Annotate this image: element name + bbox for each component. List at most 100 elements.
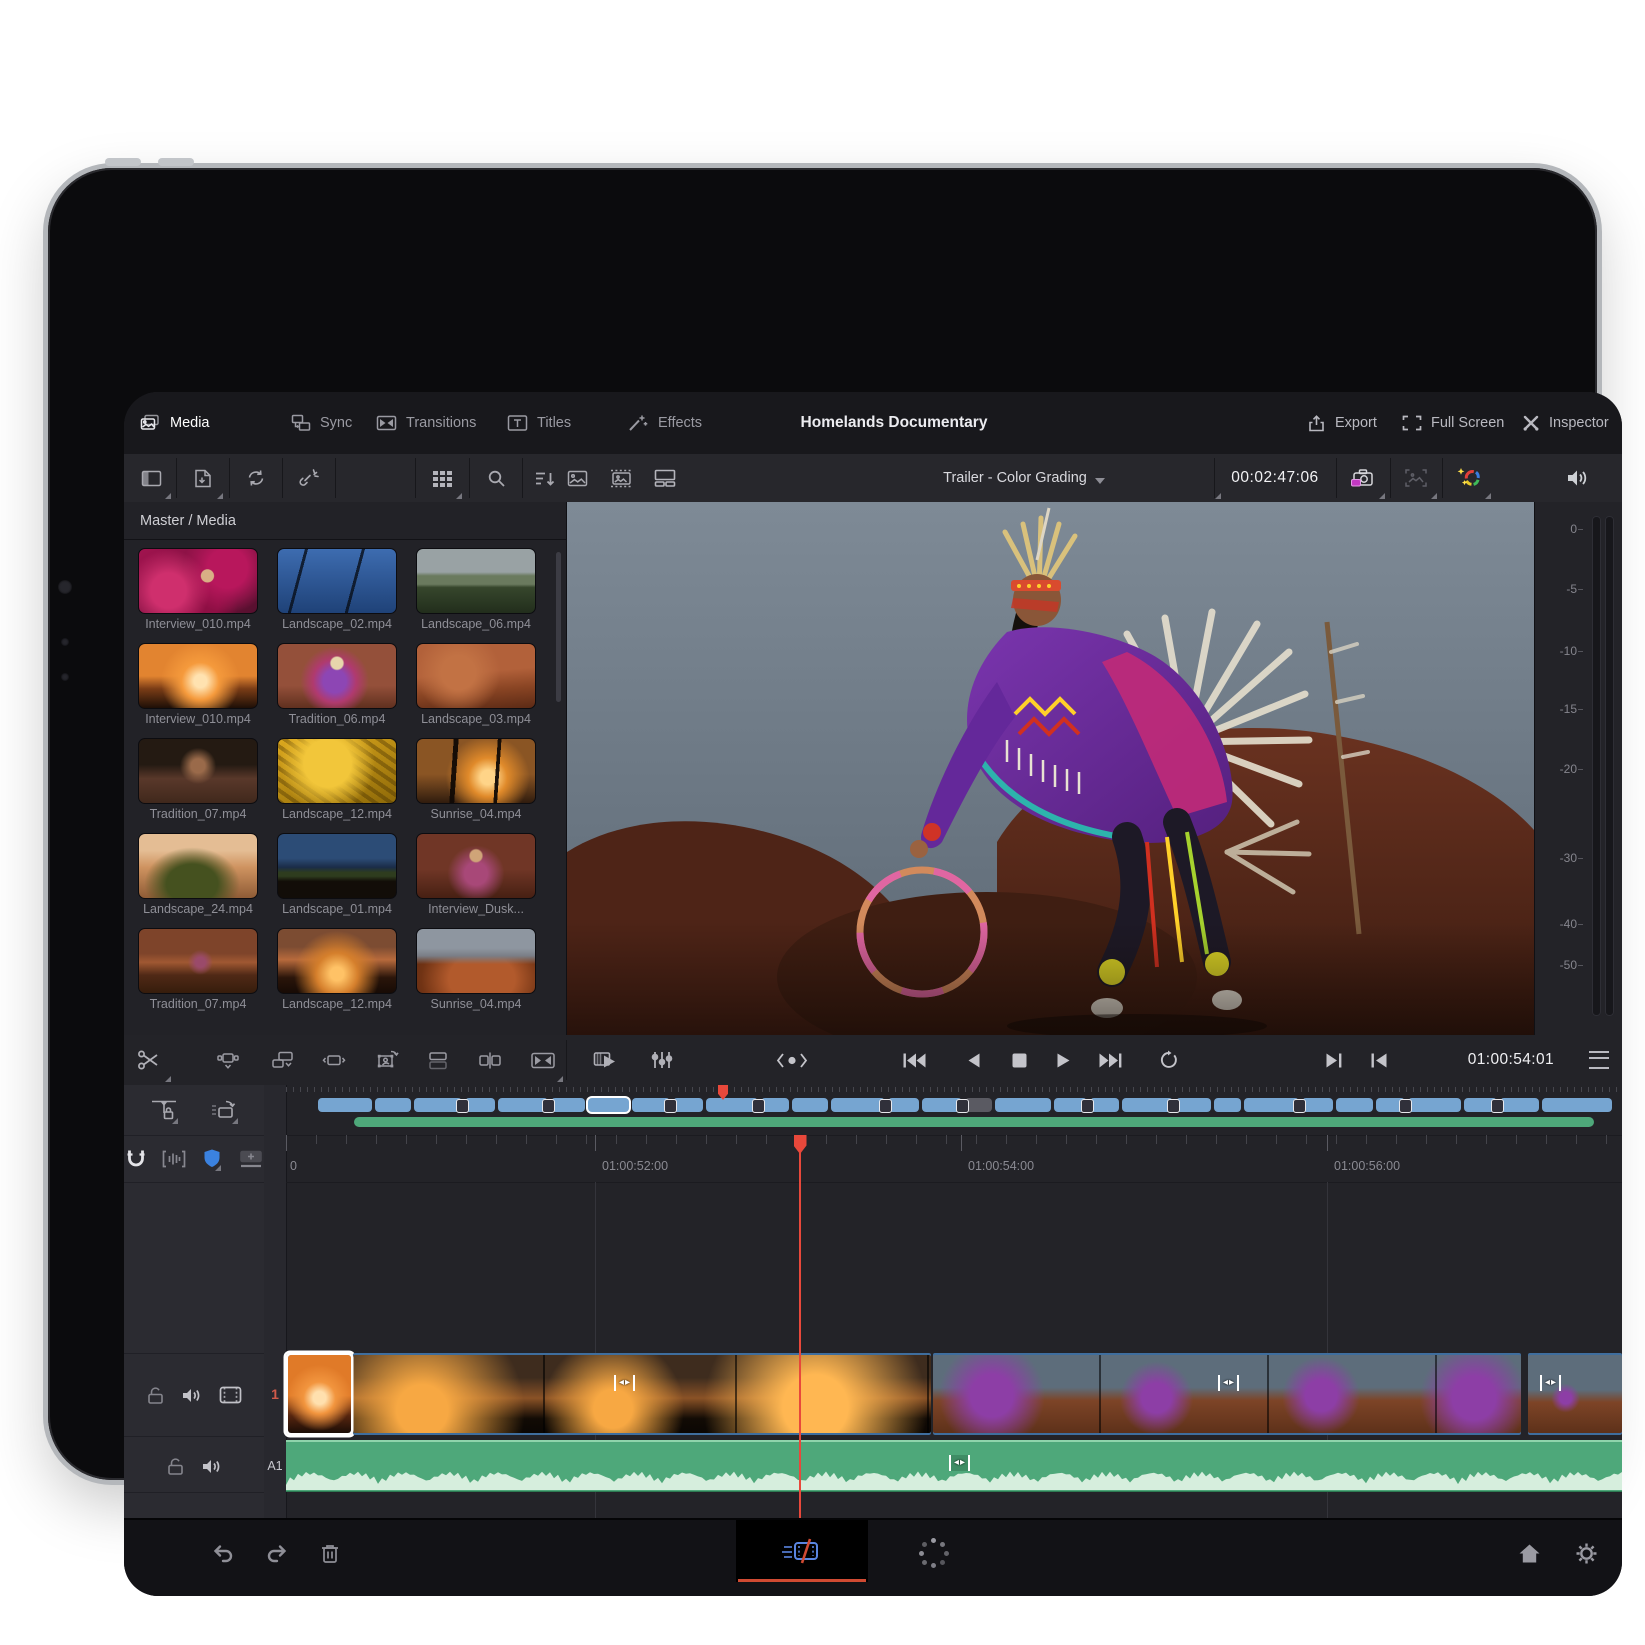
replace-clip-button[interactable]	[312, 1035, 356, 1085]
minimap-clip[interactable]	[922, 1098, 962, 1112]
minimap-clip[interactable]	[673, 1098, 703, 1112]
track-lock-icon[interactable]	[146, 1386, 165, 1405]
filmstrip-view-button[interactable]	[600, 454, 642, 502]
flag-marker-button[interactable]	[200, 1144, 224, 1174]
ripple-overwrite-button[interactable]	[416, 1035, 460, 1085]
volume-down-button[interactable]	[158, 158, 194, 166]
timeline-clip[interactable]	[933, 1353, 1521, 1435]
color-page-tab[interactable]	[912, 1528, 956, 1578]
audio-scrub-toggle[interactable]	[162, 1144, 186, 1174]
overwrite-clip-button[interactable]	[261, 1035, 305, 1085]
media-clip[interactable]: Landscape_06.mp4	[416, 548, 536, 631]
minimap-clip[interactable]	[588, 1098, 629, 1112]
minimap-clip[interactable]	[706, 1098, 758, 1112]
timeline-selector[interactable]: Trailer - Color Grading	[824, 454, 1224, 502]
minimap-clip[interactable]	[1464, 1098, 1497, 1112]
undo-button[interactable]	[202, 1528, 246, 1578]
media-clip[interactable]: Interview_Dusk...	[416, 833, 536, 916]
jog-control[interactable]	[760, 1035, 824, 1085]
minimap-clip[interactable]	[1244, 1098, 1299, 1112]
import-media-button[interactable]	[180, 454, 226, 502]
add-track-button[interactable]	[238, 1144, 264, 1174]
step-back-button[interactable]	[952, 1035, 994, 1085]
split-clip-button[interactable]	[468, 1035, 512, 1085]
media-clip[interactable]: Landscape_02.mp4	[277, 548, 397, 631]
minimap-clip[interactable]	[465, 1098, 495, 1112]
cut-tool-button[interactable]	[124, 1035, 174, 1085]
minimap-clip[interactable]	[792, 1098, 828, 1112]
speed-change-marker[interactable]: ◂▸	[614, 1375, 635, 1391]
playhead-lock-button[interactable]	[147, 1093, 181, 1127]
export-button[interactable]: Export	[1307, 392, 1377, 454]
inspector-button[interactable]: Inspector	[1522, 392, 1609, 454]
video-viewer[interactable]	[567, 502, 1534, 1035]
timeline-ruler[interactable]: 0 01:00:52:00 01:00:54:00 01:00:56:00	[286, 1135, 1622, 1183]
minimap-clip[interactable]	[498, 1098, 548, 1112]
resync-media-button[interactable]	[233, 454, 279, 502]
media-clip[interactable]: Landscape_01.mp4	[277, 833, 397, 916]
audio-track-a1[interactable]: ◂▸	[286, 1440, 1622, 1492]
track-mute-icon[interactable]	[201, 1457, 223, 1476]
mixer-button[interactable]	[640, 1035, 684, 1085]
media-clip[interactable]: Interview_010.mp4	[138, 548, 258, 631]
minimap-clip[interactable]	[375, 1098, 411, 1112]
tab-titles[interactable]: Titles	[507, 392, 571, 454]
minimap-clip[interactable]	[831, 1098, 885, 1112]
media-clip[interactable]: Tradition_07.mp4	[138, 928, 258, 1011]
minimap-clip[interactable]	[1302, 1098, 1333, 1112]
timeline-clip[interactable]	[1528, 1353, 1622, 1435]
minimap-clip[interactable]	[1408, 1098, 1461, 1112]
minimap-clip[interactable]	[551, 1098, 585, 1112]
track-enable-icon[interactable]	[219, 1386, 242, 1404]
loop-button[interactable]	[1146, 1035, 1190, 1085]
position-lock-button[interactable]	[207, 1093, 241, 1127]
go-to-end-button[interactable]	[1312, 1035, 1356, 1085]
minimap-clip[interactable]	[888, 1098, 919, 1112]
strip-view-button[interactable]	[644, 454, 686, 502]
minimap-clip[interactable]	[1090, 1098, 1119, 1112]
volume-up-button[interactable]	[105, 158, 141, 166]
timeline-options-menu[interactable]	[1576, 1035, 1622, 1085]
redo-button[interactable]	[254, 1528, 298, 1578]
color-boost-button[interactable]	[1444, 454, 1494, 502]
play-button[interactable]	[1042, 1035, 1084, 1085]
playhead-line[interactable]	[799, 1135, 801, 1518]
media-clip[interactable]: Landscape_12.mp4	[277, 738, 397, 821]
tab-media[interactable]: Media	[140, 392, 210, 454]
next-clip-button[interactable]	[1088, 1035, 1132, 1085]
media-clip[interactable]: Interview_010.mp4	[138, 643, 258, 726]
track-mute-icon[interactable]	[181, 1386, 203, 1405]
go-to-start-button[interactable]	[1356, 1035, 1400, 1085]
thumbnail-view-button[interactable]	[556, 454, 598, 502]
minimap-clip[interactable]	[995, 1098, 1051, 1112]
cut-page-tab[interactable]	[736, 1520, 868, 1582]
minimap-clip[interactable]	[965, 1098, 992, 1112]
minimap-clip[interactable]	[1336, 1098, 1373, 1112]
scene-detect-button[interactable]	[1392, 454, 1440, 502]
insert-clip-button[interactable]	[206, 1035, 250, 1085]
speed-change-marker[interactable]: ◂▸	[1540, 1375, 1561, 1391]
media-clip[interactable]: Landscape_24.mp4	[138, 833, 258, 916]
search-button[interactable]	[473, 454, 519, 502]
media-clip[interactable]: Tradition_06.mp4	[277, 643, 397, 726]
tab-sync[interactable]: Sync	[291, 392, 352, 454]
media-clip[interactable]: Landscape_12.mp4	[277, 928, 397, 1011]
monitor-audio-button[interactable]	[1534, 454, 1622, 503]
home-button[interactable]	[1507, 1528, 1551, 1578]
minimap-clip[interactable]	[632, 1098, 670, 1112]
minimap-clip[interactable]	[761, 1098, 789, 1112]
previous-clip-button[interactable]	[892, 1035, 936, 1085]
minimap-clip[interactable]	[318, 1098, 372, 1112]
minimap-clip[interactable]	[1214, 1098, 1241, 1112]
minimap-clip[interactable]	[414, 1098, 462, 1112]
grid-view-button[interactable]	[419, 454, 465, 502]
minimap-clip[interactable]	[1542, 1098, 1612, 1112]
tab-transitions[interactable]: Transitions	[376, 392, 476, 454]
full-screen-button[interactable]: Full Screen	[1402, 392, 1504, 454]
speed-change-marker[interactable]: ◂▸	[1218, 1375, 1239, 1391]
capture-still-button[interactable]	[1338, 454, 1388, 502]
minimap-clip[interactable]	[1054, 1098, 1087, 1112]
media-clip[interactable]: Landscape_03.mp4	[416, 643, 536, 726]
snapping-magnet-button[interactable]	[124, 1144, 148, 1174]
smooth-cut-button[interactable]	[520, 1035, 566, 1085]
